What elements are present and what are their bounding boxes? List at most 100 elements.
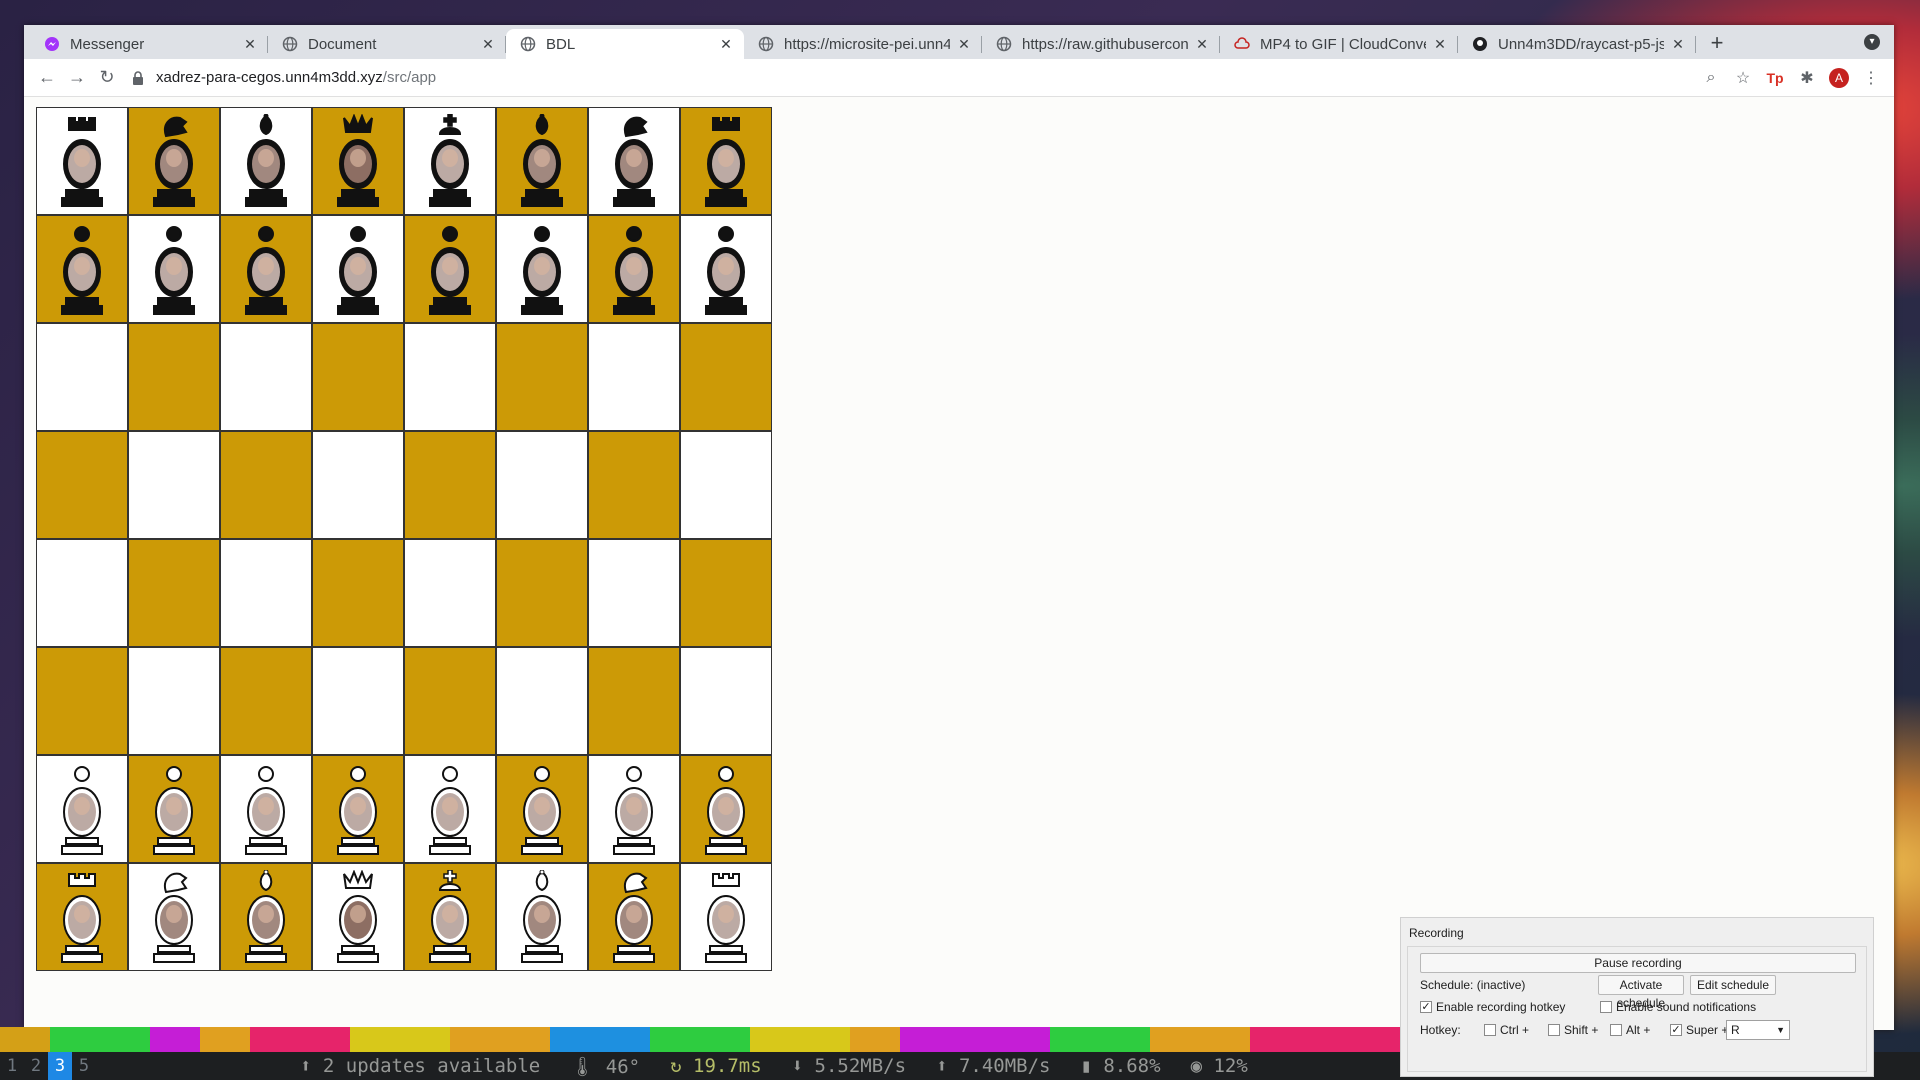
board-square[interactable] xyxy=(128,107,220,215)
board-square[interactable] xyxy=(680,215,772,323)
board-square[interactable] xyxy=(312,755,404,863)
board-square[interactable] xyxy=(496,863,588,971)
board-square[interactable] xyxy=(680,431,772,539)
board-square[interactable] xyxy=(496,215,588,323)
shift-checkbox[interactable] xyxy=(1548,1024,1560,1036)
board-square[interactable] xyxy=(680,323,772,431)
close-icon[interactable]: ✕ xyxy=(1670,36,1686,52)
workspace-3[interactable]: 3 xyxy=(48,1052,72,1080)
forward-button[interactable]: → xyxy=(62,63,92,93)
address-bar[interactable]: xadrez-para-cegos.unn4m3dd.xyz/src/app xyxy=(132,64,1694,92)
board-square[interactable] xyxy=(680,107,772,215)
board-square[interactable] xyxy=(404,863,496,971)
zoom-icon[interactable]: ⌕ xyxy=(1696,63,1726,93)
new-tab-button[interactable]: + xyxy=(1702,28,1732,58)
board-square[interactable] xyxy=(128,863,220,971)
super-checkbox[interactable]: ✓ xyxy=(1670,1024,1682,1036)
browser-tab[interactable]: MP4 to GIF | CloudConvert ✕ xyxy=(1220,29,1458,59)
close-icon[interactable]: ✕ xyxy=(1432,36,1448,52)
browser-tab[interactable]: https://microsite-pei.unn4m3dd.xyz ✕ xyxy=(744,29,982,59)
edit-schedule-button[interactable]: Edit schedule xyxy=(1690,975,1776,995)
reload-button[interactable]: ↻ xyxy=(92,63,122,93)
board-square[interactable] xyxy=(36,863,128,971)
board-square[interactable] xyxy=(496,539,588,647)
board-square[interactable] xyxy=(496,107,588,215)
board-square[interactable] xyxy=(220,431,312,539)
board-square[interactable] xyxy=(680,539,772,647)
board-square[interactable] xyxy=(220,215,312,323)
board-square[interactable] xyxy=(128,323,220,431)
board-square[interactable] xyxy=(404,647,496,755)
board-square[interactable] xyxy=(36,755,128,863)
browser-tab[interactable]: Unn4m3DD/raycast-p5-js ✕ xyxy=(1458,29,1696,59)
tab-search-icon[interactable]: ▾ xyxy=(1864,34,1880,50)
ctrl-checkbox[interactable] xyxy=(1484,1024,1496,1036)
board-square[interactable] xyxy=(220,107,312,215)
board-square[interactable] xyxy=(404,215,496,323)
board-square[interactable] xyxy=(680,755,772,863)
board-square[interactable] xyxy=(128,539,220,647)
board-square[interactable] xyxy=(680,863,772,971)
board-square[interactable] xyxy=(128,431,220,539)
hotkey-key-select[interactable]: R ▼ xyxy=(1726,1020,1790,1040)
alt-checkbox[interactable] xyxy=(1610,1024,1622,1036)
board-square[interactable] xyxy=(220,647,312,755)
workspace-5[interactable]: 5 xyxy=(72,1052,96,1080)
board-square[interactable] xyxy=(404,323,496,431)
board-square[interactable] xyxy=(496,323,588,431)
board-square[interactable] xyxy=(404,431,496,539)
updates-status[interactable]: ⬆ 2 updates available xyxy=(300,1055,540,1077)
sound-notifications-checkbox[interactable] xyxy=(1600,1001,1612,1013)
board-square[interactable] xyxy=(128,755,220,863)
workspace-1[interactable]: 1 xyxy=(0,1052,24,1080)
menu-kebab-icon[interactable]: ⋮ xyxy=(1856,63,1886,93)
board-square[interactable] xyxy=(128,647,220,755)
board-square[interactable] xyxy=(588,107,680,215)
board-square[interactable] xyxy=(496,431,588,539)
board-square[interactable] xyxy=(36,323,128,431)
board-square[interactable] xyxy=(588,647,680,755)
board-square[interactable] xyxy=(312,215,404,323)
activate-schedule-button[interactable]: Activate schedule xyxy=(1598,975,1684,1010)
board-square[interactable] xyxy=(588,431,680,539)
board-square[interactable] xyxy=(312,323,404,431)
board-square[interactable] xyxy=(588,215,680,323)
board-square[interactable] xyxy=(128,215,220,323)
browser-tab[interactable]: Document ✕ xyxy=(268,29,506,59)
close-icon[interactable]: ✕ xyxy=(956,36,972,52)
board-square[interactable] xyxy=(404,107,496,215)
profile-avatar[interactable]: A xyxy=(1824,63,1854,93)
board-square[interactable] xyxy=(220,539,312,647)
board-square[interactable] xyxy=(312,431,404,539)
close-icon[interactable]: ✕ xyxy=(1194,36,1210,52)
board-square[interactable] xyxy=(496,647,588,755)
board-square[interactable] xyxy=(404,539,496,647)
board-square[interactable] xyxy=(36,107,128,215)
board-square[interactable] xyxy=(220,323,312,431)
board-square[interactable] xyxy=(404,755,496,863)
browser-tab[interactable]: Messenger ✕ xyxy=(30,29,268,59)
board-square[interactable] xyxy=(680,647,772,755)
back-button[interactable]: ← xyxy=(32,63,62,93)
board-square[interactable] xyxy=(496,755,588,863)
board-square[interactable] xyxy=(36,215,128,323)
board-square[interactable] xyxy=(588,539,680,647)
extensions-puzzle-icon[interactable]: ✱ xyxy=(1792,63,1822,93)
extension-tp-icon[interactable]: Tp xyxy=(1760,63,1790,93)
workspace-2[interactable]: 2 xyxy=(24,1052,48,1080)
close-icon[interactable]: ✕ xyxy=(242,36,258,52)
board-square[interactable] xyxy=(36,539,128,647)
board-square[interactable] xyxy=(220,863,312,971)
board-square[interactable] xyxy=(312,539,404,647)
browser-tab[interactable]: BDL ✕ xyxy=(506,29,744,59)
board-square[interactable] xyxy=(312,647,404,755)
close-icon[interactable]: ✕ xyxy=(480,36,496,52)
board-square[interactable] xyxy=(36,647,128,755)
pause-recording-button[interactable]: Pause recording xyxy=(1420,953,1856,973)
browser-tab[interactable]: https://raw.githubusercontent.com ✕ xyxy=(982,29,1220,59)
board-square[interactable] xyxy=(220,755,312,863)
board-square[interactable] xyxy=(312,107,404,215)
board-square[interactable] xyxy=(588,755,680,863)
board-square[interactable] xyxy=(588,863,680,971)
close-icon[interactable]: ✕ xyxy=(718,36,734,52)
